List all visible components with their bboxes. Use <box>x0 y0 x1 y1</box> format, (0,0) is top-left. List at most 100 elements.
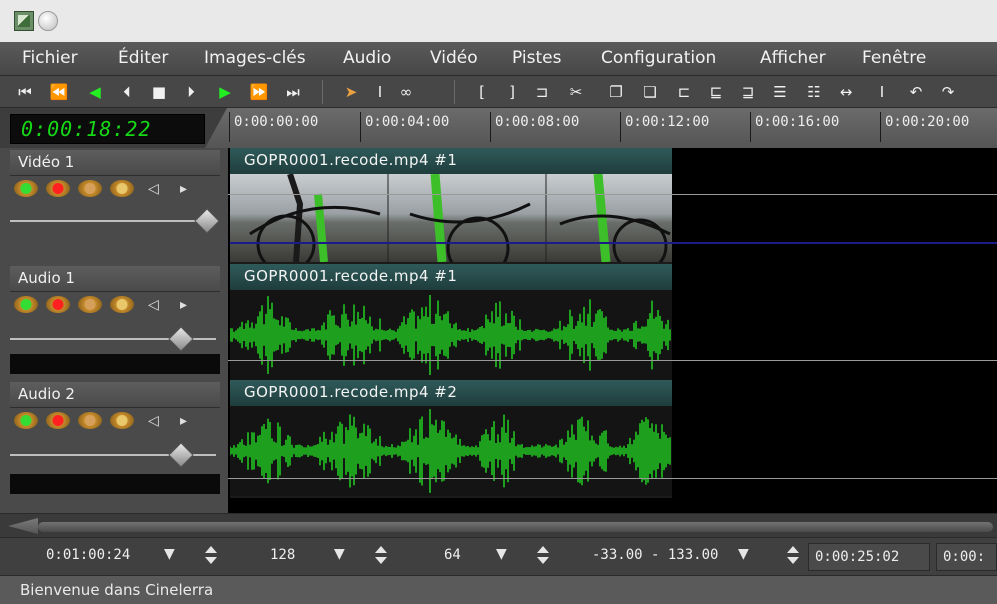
dropdown-arrow-icon[interactable]: ▼ <box>496 546 507 562</box>
thumbnail-frame <box>230 174 388 262</box>
play-track-icon[interactable] <box>14 296 38 313</box>
timeline-canvas[interactable]: GOPR0001.recode.mp4 #1 GOPR0001.recode.m… <box>228 148 997 513</box>
draw-icon[interactable] <box>110 180 134 197</box>
dropdown-arrow-icon[interactable]: ▼ <box>738 546 749 562</box>
track-name[interactable]: Audio 2 <box>10 382 220 408</box>
play-track-icon[interactable] <box>14 412 38 429</box>
selection-end-field[interactable]: 0:00: <box>936 543 997 571</box>
track-buttons: ◁ ▸ <box>10 294 220 316</box>
cut-icon[interactable]: ✂ <box>566 82 586 102</box>
audio-zoom-value: 128 <box>270 547 296 563</box>
ruler-tick <box>880 112 881 142</box>
expand-track-icon[interactable]: ▸ <box>180 410 187 432</box>
expand-track-icon[interactable]: ▸ <box>180 294 187 316</box>
menu-pistes[interactable]: Pistes <box>512 48 561 68</box>
spin-icon[interactable] <box>786 544 800 568</box>
fader-knob[interactable] <box>168 442 194 468</box>
arm-track-icon[interactable] <box>46 180 70 197</box>
waveform-path <box>230 295 671 375</box>
ruler-tick <box>229 112 230 142</box>
menu-afficher[interactable]: Afficher <box>760 48 826 68</box>
ibeam-select-icon[interactable]: Ⅰ <box>372 82 388 102</box>
horizontal-scrollbar[interactable] <box>0 513 997 537</box>
zoom-icon[interactable]: Ⅰ <box>874 82 890 102</box>
draw-icon[interactable] <box>110 296 134 313</box>
track-buttons: ◁ ▸ <box>10 410 220 432</box>
menu-fenetre[interactable]: Fenêtre <box>862 48 926 68</box>
arm-track-icon[interactable] <box>46 412 70 429</box>
fader-knob[interactable] <box>194 208 220 234</box>
timeline-ruler[interactable]: 0:00:00:00 0:00:04:00 0:00:08:00 0:00:12… <box>205 108 997 148</box>
video-edit[interactable]: GOPR0001.recode.mp4 #1 <box>230 148 672 264</box>
mute-icon[interactable]: ◁ <box>148 294 159 316</box>
scroll-left-icon[interactable] <box>8 518 38 534</box>
menu-configuration[interactable]: Configuration <box>601 48 716 68</box>
rewind-icon[interactable]: ◀ <box>86 82 104 102</box>
stop-icon[interactable]: ■ <box>150 82 168 102</box>
keyframe-icon[interactable]: ∞ <box>396 82 416 102</box>
expand-track-icon[interactable]: ▸ <box>180 178 187 200</box>
time-zoom-value: 0:01:00:24 <box>46 547 131 563</box>
fader-knob[interactable] <box>168 326 194 352</box>
spin-icon[interactable] <box>204 544 218 568</box>
track-headers: Vidéo 1 ◁ ▸ Audio 1 ◁ ▸ Audio 2 ◁ ▸ <box>0 148 228 513</box>
frame-back-icon[interactable]: ⏴ <box>118 82 136 102</box>
edit-title: GOPR0001.recode.mp4 #1 <box>230 148 672 174</box>
play-track-icon[interactable] <box>14 180 38 197</box>
gang-icon[interactable] <box>78 180 102 197</box>
curve-range-value: -33.00 - 133.00 <box>592 547 719 563</box>
fast-forward-icon[interactable]: ⏩ <box>248 82 270 102</box>
menu-audio[interactable]: Audio <box>343 48 391 68</box>
menu-editer[interactable]: Éditer <box>118 48 168 68</box>
draw-icon[interactable] <box>110 412 134 429</box>
clip-out-icon[interactable]: ☷ <box>804 82 824 102</box>
selection-start-field[interactable]: 0:00:25:02 <box>808 543 930 571</box>
track-buttons: ◁ ▸ <box>10 178 220 200</box>
audio-edit-2[interactable]: GOPR0001.recode.mp4 #2 <box>230 380 672 498</box>
fast-rewind-icon[interactable]: ⏪ <box>48 82 70 102</box>
gang-icon[interactable] <box>78 296 102 313</box>
forward-end-icon[interactable]: ⏭ <box>284 82 302 102</box>
track-name[interactable]: Audio 1 <box>10 266 220 292</box>
expand-icon[interactable]: ↔ <box>836 82 856 102</box>
ruler-label: 0:00:00:00 <box>234 114 319 130</box>
edit-title: GOPR0001.recode.mp4 #2 <box>230 380 672 406</box>
fit-icon[interactable]: ⊒ <box>738 82 758 102</box>
ruler-label: 0:00:08:00 <box>495 114 580 130</box>
label-icon[interactable]: ⊐ <box>532 82 552 102</box>
in-point-icon[interactable]: [ <box>474 82 490 102</box>
dropdown-arrow-icon[interactable]: ▼ <box>334 546 345 562</box>
paste-icon[interactable]: ❏ <box>640 82 660 102</box>
out-point-icon[interactable]: ] <box>504 82 520 102</box>
frame-forward-icon[interactable]: ⏵ <box>182 82 200 102</box>
rewind-start-icon[interactable]: ⏮ <box>16 82 34 102</box>
gang-icon[interactable] <box>78 412 102 429</box>
ruler-label: 0:00:20:00 <box>885 114 970 130</box>
spin-icon[interactable] <box>536 544 550 568</box>
spin-icon[interactable] <box>374 544 388 568</box>
menu-video[interactable]: Vidéo <box>430 48 478 68</box>
dropdown-arrow-icon[interactable]: ▼ <box>164 546 175 562</box>
redo-icon[interactable]: ↷ <box>938 82 958 102</box>
splice-icon[interactable]: ⊑ <box>706 82 726 102</box>
track-divider <box>228 360 997 361</box>
menu-fichier[interactable]: Fichier <box>22 48 78 68</box>
copy-icon[interactable]: ❐ <box>606 82 626 102</box>
track-header-audio-2: Audio 2 ◁ ▸ <box>10 380 220 494</box>
play-icon[interactable]: ▶ <box>215 82 235 102</box>
menu-images-cles[interactable]: Images-clés <box>204 48 306 68</box>
track-meter <box>10 354 220 374</box>
window-button-icon[interactable] <box>38 11 58 31</box>
ruler-tick <box>360 112 361 142</box>
overwrite-icon[interactable]: ⊏ <box>674 82 694 102</box>
clip-in-icon[interactable]: ☰ <box>770 82 790 102</box>
mute-icon[interactable]: ◁ <box>148 178 159 200</box>
scroll-thumb[interactable] <box>38 522 993 532</box>
audio-edit-1[interactable]: GOPR0001.recode.mp4 #1 <box>230 264 672 382</box>
mute-icon[interactable]: ◁ <box>148 410 159 432</box>
arm-track-icon[interactable] <box>46 296 70 313</box>
undo-icon[interactable]: ↶ <box>906 82 926 102</box>
arrow-edit-icon[interactable]: ➤ <box>342 82 360 102</box>
track-header-audio-1: Audio 1 ◁ ▸ <box>10 264 220 376</box>
track-name[interactable]: Vidéo 1 <box>10 150 220 176</box>
